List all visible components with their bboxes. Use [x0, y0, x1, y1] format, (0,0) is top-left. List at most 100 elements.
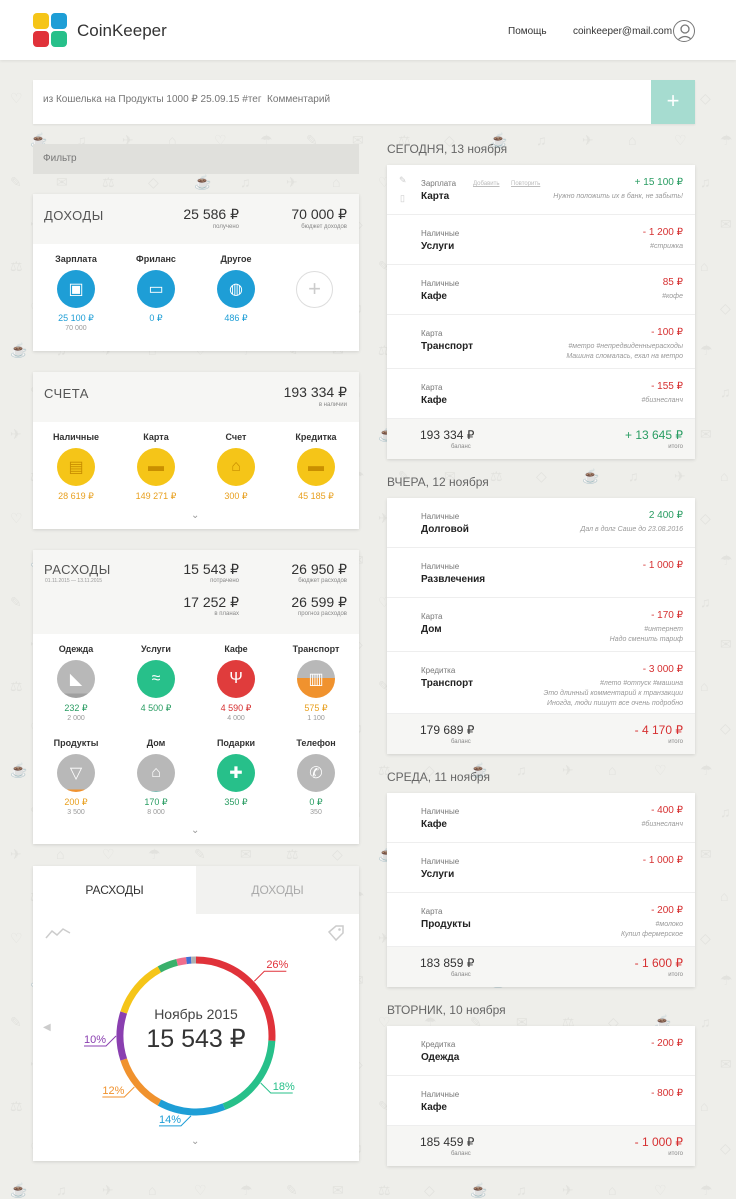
- day-total: 193 334 ₽баланс+ 13 645 ₽итого: [387, 419, 695, 459]
- expense-category[interactable]: Одежда◣232 ₽2 000: [36, 644, 116, 722]
- house-icon[interactable]: ⌂: [137, 754, 175, 792]
- income-category[interactable]: Фриланс▭0 ₽: [116, 254, 196, 324]
- expense-category[interactable]: Услуги≈4 500 ₽: [116, 644, 196, 714]
- income-category-value: 486 ₽: [196, 313, 276, 324]
- transaction-row[interactable]: НаличныеКафе85 ₽#кофе: [387, 265, 695, 315]
- avatar-icon[interactable]: [673, 20, 695, 42]
- account-item[interactable]: Кредитка▬45 185 ₽: [276, 432, 356, 502]
- day-header: СЕГОДНЯ, 13 ноября: [387, 142, 507, 156]
- expense-category[interactable]: КафеΨ4 590 ₽4 000: [196, 644, 276, 722]
- income-category-name: Другое: [196, 254, 276, 264]
- transaction-row[interactable]: КартаПродукты- 200 ₽#молоко Купил фермер…: [387, 893, 695, 947]
- day-balance: 179 689 ₽: [420, 723, 474, 737]
- donut-slice[interactable]: [177, 961, 186, 963]
- transaction-row[interactable]: НаличныеУслуги- 1 200 ₽#стрижка: [387, 215, 695, 265]
- income-category[interactable]: Другое ◍ 486 ₽: [196, 254, 276, 324]
- filter-field[interactable]: Фильтр: [33, 144, 359, 174]
- tab-income[interactable]: ДОХОДЫ: [196, 866, 359, 914]
- transaction-category: Кафе: [421, 1102, 447, 1113]
- help-link[interactable]: Помощь: [508, 26, 547, 37]
- card-icon[interactable]: ▬: [137, 448, 175, 486]
- day-balance: 193 334 ₽: [420, 428, 474, 442]
- expense-category-name: Подарки: [196, 738, 276, 748]
- wallet-icon[interactable]: ▣: [57, 270, 95, 308]
- sock-icon[interactable]: ◣: [57, 660, 95, 698]
- add-action-link[interactable]: Добавить: [473, 181, 500, 187]
- donut-slice[interactable]: [159, 962, 177, 969]
- chevron-down-icon[interactable]: ⌄: [191, 825, 199, 836]
- expense-category[interactable]: Дом⌂170 ₽8 000: [116, 738, 196, 816]
- donut-slice-label: 18%: [273, 1081, 295, 1093]
- globe-icon[interactable]: ◍: [217, 270, 255, 308]
- transaction-row[interactable]: НаличныеРазвлечения- 1 000 ₽: [387, 548, 695, 598]
- expense-category-value: 232 ₽: [36, 703, 116, 714]
- background-pattern-icon: ⌂: [608, 1182, 616, 1198]
- background-pattern-icon: ☕: [470, 1182, 487, 1199]
- cash-icon[interactable]: ▤: [57, 448, 95, 486]
- background-pattern-icon: ☕: [194, 174, 211, 191]
- income-category-name: Фриланс: [116, 254, 196, 264]
- background-pattern-icon: ⌂: [720, 888, 728, 904]
- expense-category[interactable]: Продукты▽200 ₽3 500: [36, 738, 116, 816]
- expense-category-plan: 8 000: [116, 809, 196, 816]
- expense-category-name: Транспорт: [276, 644, 356, 654]
- bus-icon[interactable]: ▥: [297, 660, 335, 698]
- user-email[interactable]: coinkeeper@mail.com: [573, 26, 672, 37]
- transaction-row[interactable]: НаличныеКафе- 400 ₽#бизнесланч: [387, 793, 695, 843]
- add-income-button[interactable]: +: [296, 271, 333, 308]
- background-pattern-icon: ♡: [10, 930, 23, 947]
- transaction-row[interactable]: НаличныеДолговой2 400 ₽Дал в долг Саше д…: [387, 498, 695, 548]
- background-pattern-icon: ✈: [286, 174, 298, 191]
- repeat-action-link[interactable]: Повторить: [511, 181, 540, 187]
- background-pattern-icon: ⚖: [490, 468, 503, 485]
- add-transaction-button[interactable]: +: [651, 80, 695, 124]
- transaction-row[interactable]: КартаКафе- 155 ₽#бизнесланч: [387, 369, 695, 419]
- income-card: ДОХОДЫ 25 586 ₽ получено 70 000 ₽ бюджет…: [33, 194, 359, 351]
- account-item[interactable]: Наличные▤28 619 ₽: [36, 432, 116, 502]
- brand-name[interactable]: CoinKeeper: [77, 21, 167, 41]
- day-total: 179 689 ₽баланс- 4 170 ₽итого: [387, 714, 695, 754]
- basket-icon[interactable]: ▽: [57, 754, 95, 792]
- credit-card-icon[interactable]: ▬: [297, 448, 335, 486]
- transaction-input[interactable]: [43, 94, 643, 105]
- expenses-planned-label: в планах: [214, 611, 239, 617]
- background-pattern-icon: ☂: [148, 846, 161, 863]
- transaction-row[interactable]: КартаДом- 170 ₽#интернет Надо сменить та…: [387, 598, 695, 652]
- background-pattern-icon: ⚖: [10, 1098, 23, 1115]
- bank-icon[interactable]: ⌂: [217, 448, 255, 486]
- income-category[interactable]: Зарплата▣25 100 ₽70 000: [36, 254, 116, 332]
- transaction-row[interactable]: ЗарплатаКарта+ 15 100 ₽Нужно положить их…: [387, 165, 695, 215]
- trash-icon[interactable]: ▯: [400, 193, 405, 204]
- expense-category-value: 4 500 ₽: [116, 703, 196, 714]
- donut-slice[interactable]: [124, 1059, 160, 1102]
- background-pattern-icon: ⚖: [10, 678, 23, 695]
- account-item[interactable]: Счет⌂300 ₽: [196, 432, 276, 502]
- coinkeeper-logo-icon[interactable]: [33, 13, 67, 47]
- transaction-amount: - 1 000 ₽: [643, 855, 683, 866]
- transaction-row[interactable]: НаличныеУслуги- 1 000 ₽: [387, 843, 695, 893]
- donut-slice[interactable]: [159, 1103, 224, 1112]
- chevron-down-icon[interactable]: ⌄: [191, 1136, 199, 1147]
- expense-category[interactable]: Подарки✚350 ₽: [196, 738, 276, 808]
- account-item[interactable]: Карта▬149 271 ₽: [116, 432, 196, 502]
- expense-category[interactable]: Транспорт▥575 ₽1 100: [276, 644, 356, 722]
- edit-icon[interactable]: ✎: [399, 175, 407, 186]
- income-category-value: 25 100 ₽: [36, 313, 116, 324]
- background-pattern-icon: ♡: [10, 510, 23, 527]
- transaction-row[interactable]: КредиткаТранспорт- 3 000 ₽#лето #отпуск …: [387, 652, 695, 714]
- background-pattern-icon: ✉: [720, 216, 732, 233]
- expense-category[interactable]: Телефон✆0 ₽350: [276, 738, 356, 816]
- background-pattern-icon: ✉: [720, 636, 732, 653]
- cutlery-icon[interactable]: Ψ: [217, 660, 255, 698]
- mustache-icon[interactable]: ≈: [137, 660, 175, 698]
- transaction-row[interactable]: НаличныеКафе- 800 ₽: [387, 1076, 695, 1126]
- transaction-row[interactable]: КартаТранспорт- 100 ₽#метро #непредвиден…: [387, 315, 695, 369]
- tab-expenses[interactable]: РАСХОДЫ: [33, 866, 196, 914]
- phone-icon[interactable]: ✆: [297, 754, 335, 792]
- chevron-down-icon[interactable]: ⌄: [191, 510, 199, 521]
- donut-slice-label: 14%: [159, 1114, 181, 1126]
- gift-icon[interactable]: ✚: [217, 754, 255, 792]
- expense-category-value: 575 ₽: [276, 703, 356, 714]
- transaction-row[interactable]: КредиткаОдежда- 200 ₽: [387, 1026, 695, 1076]
- monitor-icon[interactable]: ▭: [137, 270, 175, 308]
